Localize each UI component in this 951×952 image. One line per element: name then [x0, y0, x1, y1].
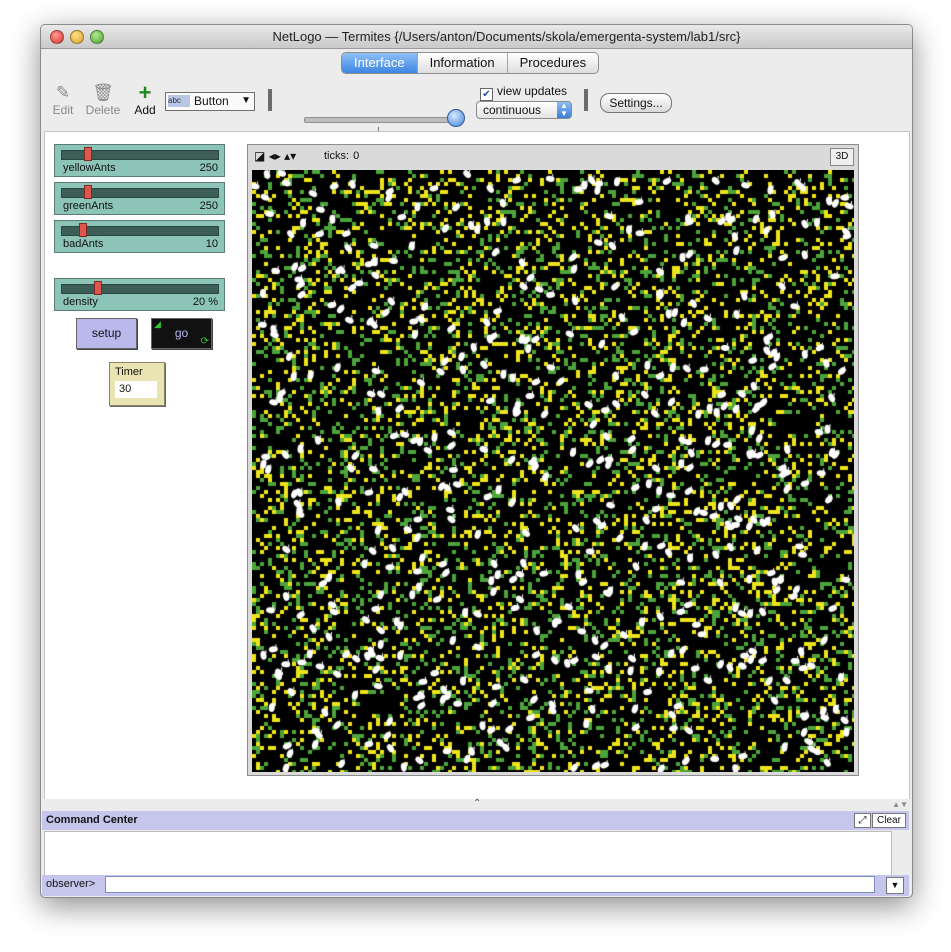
- timer-monitor[interactable]: Timer 30: [109, 362, 165, 406]
- agent-prompt[interactable]: observer>: [46, 878, 95, 890]
- speed-slider-track[interactable]: [304, 117, 458, 123]
- add-button[interactable]: + Add: [125, 80, 165, 118]
- delete-button[interactable]: 🗑 Delete: [83, 83, 123, 117]
- slider-greenants[interactable]: greenAnts 250: [54, 182, 225, 215]
- slider-value: 10: [205, 238, 218, 250]
- zoom-window-button[interactable]: [90, 30, 104, 44]
- pencil-icon: ✎: [55, 83, 71, 102]
- view-size-controls[interactable]: ◪ ◂▸ ▴▾: [254, 149, 296, 163]
- update-mode-value: continuous: [483, 103, 542, 117]
- ticks-counter: ticks: 0: [320, 150, 359, 162]
- horizontal-arrows-icon[interactable]: ◂▸: [269, 149, 281, 163]
- widget-type-select[interactable]: abc Button ▼: [165, 92, 255, 111]
- command-output[interactable]: [44, 831, 892, 877]
- tab-procedures[interactable]: Procedures: [508, 53, 598, 73]
- view-resize-icon[interactable]: ◪: [254, 149, 265, 163]
- slider-name: yellowAnts: [63, 162, 116, 174]
- slider-name: badAnts: [63, 238, 104, 250]
- close-window-button[interactable]: [50, 30, 64, 44]
- ticks-value: 0: [353, 150, 360, 162]
- edit-label: Edit: [52, 103, 74, 117]
- stepper-arrows-icon: ▲ ▼: [557, 102, 571, 118]
- world-canvas[interactable]: [252, 170, 854, 772]
- interface-panel: yellowAnts 250 greenAnts 250 badAnts 10 …: [44, 131, 910, 801]
- slider-knob[interactable]: [79, 223, 87, 237]
- pane-splitter[interactable]: ⌃ ▲▼: [41, 798, 912, 810]
- command-input[interactable]: [105, 876, 875, 893]
- plus-icon: +: [138, 80, 152, 105]
- splitter-arrows-icon[interactable]: ▲▼: [892, 800, 908, 809]
- slider-knob[interactable]: [94, 281, 102, 295]
- go-button[interactable]: ◢ go ⟳: [151, 318, 212, 349]
- slider-knob[interactable]: [83, 147, 92, 161]
- speed-slider-knob[interactable]: [447, 109, 466, 127]
- splitter-grip-icon[interactable]: ⌃: [473, 798, 481, 809]
- window-title: NetLogo — Termites {/Users/anton/Documen…: [272, 29, 741, 44]
- update-mode-select[interactable]: continuous ▲ ▼: [476, 101, 572, 119]
- observer-agent-icon: ◢: [154, 319, 161, 329]
- tab-interface[interactable]: Interface: [342, 53, 418, 73]
- clear-button[interactable]: Clear: [872, 813, 906, 828]
- widget-type-value: Button: [194, 94, 229, 108]
- slider-badants[interactable]: badAnts 10: [54, 220, 225, 253]
- chevron-down-icon: ▼: [241, 95, 251, 106]
- command-center-title: Command Center: [46, 814, 138, 826]
- slider-name: density: [63, 296, 98, 308]
- slider-knob[interactable]: [83, 185, 92, 199]
- button-widget-icon: abc: [168, 95, 190, 107]
- delete-label: Delete: [85, 103, 121, 117]
- 3d-view-button[interactable]: 3D: [830, 148, 854, 166]
- command-input-row: observer> ▼: [42, 875, 909, 896]
- go-label: go: [174, 326, 189, 340]
- ticks-label: ticks:: [324, 150, 350, 162]
- forever-icon: ⟳: [200, 336, 209, 347]
- slider-track[interactable]: [61, 284, 219, 294]
- trash-icon: 🗑: [92, 83, 114, 102]
- slider-value: 250: [199, 162, 218, 174]
- toolbar-divider: [584, 89, 588, 111]
- slider-value: 250: [199, 200, 218, 212]
- minimize-window-button[interactable]: [70, 30, 84, 44]
- edit-button[interactable]: ✎ Edit: [43, 83, 83, 117]
- view-updates-label: view updates: [497, 84, 568, 98]
- slider-density[interactable]: density 20 %: [54, 278, 225, 311]
- settings-button[interactable]: Settings...: [600, 93, 672, 113]
- setup-button[interactable]: setup: [76, 318, 137, 349]
- world-view-frame[interactable]: ◪ ◂▸ ▴▾ ticks: 0 3D: [247, 144, 859, 776]
- netlogo-window: NetLogo — Termites {/Users/anton/Documen…: [40, 24, 913, 898]
- main-tabs: Interface Information Procedures: [341, 52, 600, 74]
- vertical-arrows-icon[interactable]: ▴▾: [284, 149, 296, 163]
- monitor-name: Timer: [115, 366, 143, 378]
- slider-yellowants[interactable]: yellowAnts 250: [54, 144, 225, 177]
- monitor-value: 30: [115, 381, 157, 398]
- command-center-header: Command Center ⤢ Clear: [42, 811, 909, 830]
- view-updates-checkbox[interactable]: ✔ view updates: [480, 84, 567, 101]
- title-bar[interactable]: NetLogo — Termites {/Users/anton/Documen…: [41, 25, 912, 49]
- add-label: Add: [134, 103, 156, 117]
- slider-value: 20 %: [192, 296, 218, 308]
- toolbar-divider: [268, 89, 272, 111]
- checkmark-icon: ✔: [480, 88, 493, 101]
- tab-information[interactable]: Information: [418, 53, 508, 73]
- expand-icon[interactable]: ⤢: [854, 813, 871, 828]
- history-dropdown-icon[interactable]: ▼: [886, 877, 904, 894]
- slider-name: greenAnts: [63, 200, 114, 212]
